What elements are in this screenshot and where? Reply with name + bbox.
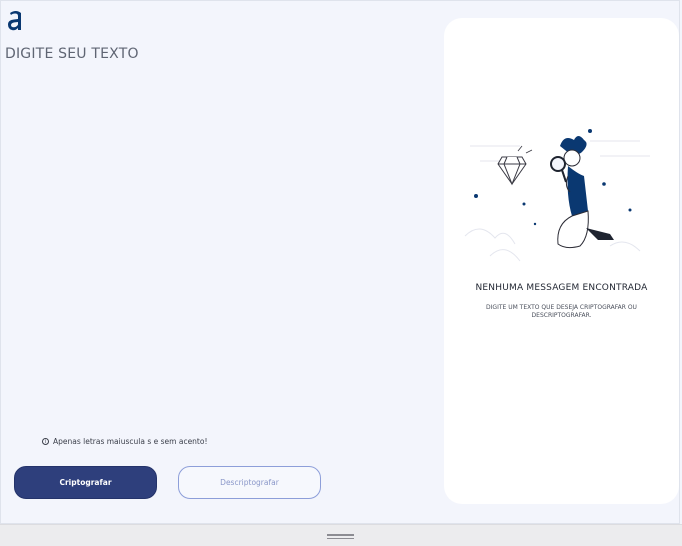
input-hint: i Apenas letras maiuscula s e sem acento…	[42, 437, 207, 446]
result-title: NENHUMA MESSAGEM ENCONTRADA	[475, 283, 648, 293]
bottom-bar	[0, 524, 682, 546]
person-magnifying-glass-illustration	[464, 129, 650, 262]
drag-handle-icon[interactable]	[327, 534, 354, 540]
result-description: DIGITE UM TEXTO QUE DESEJA CRIPTOGRAFAR …	[486, 304, 637, 319]
decrypt-button[interactable]: Descriptografar	[178, 466, 321, 499]
alura-logo-icon	[8, 11, 21, 31]
app-page: i Apenas letras maiuscula s e sem acento…	[0, 0, 680, 524]
info-icon: i	[42, 438, 49, 445]
encrypt-button[interactable]: Criptografar	[14, 466, 157, 499]
result-panel: NENHUMA MESSAGEM ENCONTRADA DIGITE UM TE…	[444, 18, 679, 504]
message-input[interactable]	[5, 46, 425, 406]
hint-text: Apenas letras maiuscula s e sem acento!	[53, 437, 208, 446]
